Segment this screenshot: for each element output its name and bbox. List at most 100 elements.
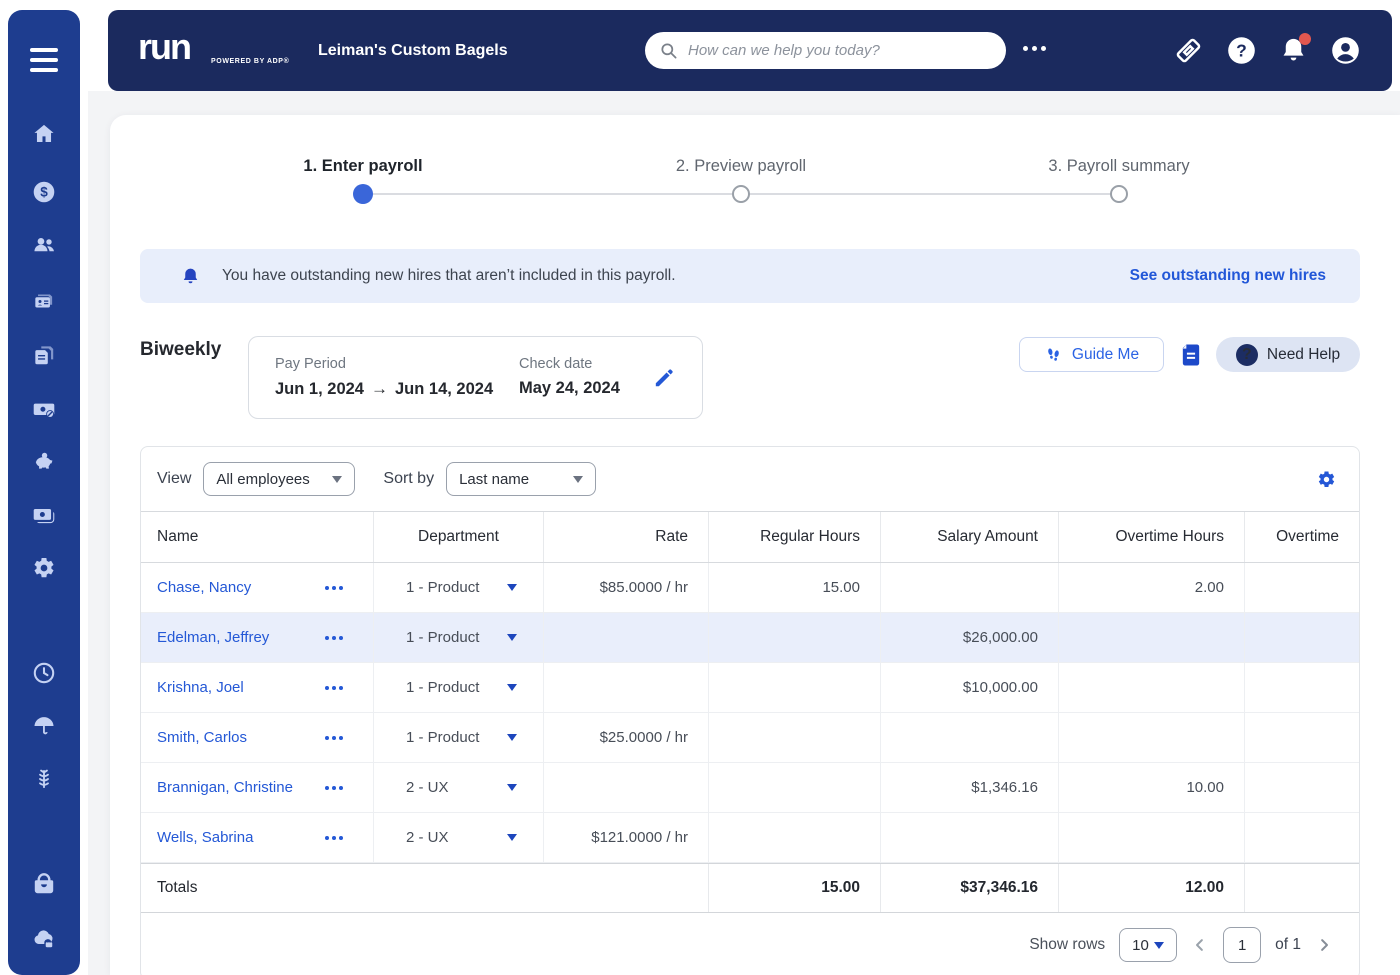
overtime-hours-cell[interactable] (1058, 613, 1244, 662)
overtime-hours-cell[interactable] (1058, 713, 1244, 762)
home-icon[interactable] (31, 121, 57, 147)
overtime-hours-cell[interactable] (1058, 663, 1244, 712)
employee-name-link[interactable]: Brannigan, Christine (157, 779, 293, 796)
salary-amount-cell[interactable]: $26,000.00 (880, 613, 1058, 662)
employee-name-link[interactable]: Wells, Sabrina (157, 829, 253, 846)
pay-period-value: Jun 1, 2024 → Jun 14, 2024 (275, 379, 493, 399)
employee-name-link[interactable]: Chase, Nancy (157, 579, 251, 596)
employee-name-link[interactable]: Krishna, Joel (157, 679, 244, 696)
previous-page-icon[interactable] (1191, 936, 1209, 954)
overtime-cell[interactable] (1244, 663, 1359, 712)
show-rows-dropdown[interactable]: 10 (1119, 928, 1178, 962)
powered-by-adp-label: powered by ADP® (211, 58, 290, 65)
overtime-cell[interactable] (1244, 613, 1359, 662)
rate-cell[interactable]: $121.0000 / hr (543, 813, 708, 862)
clock-icon[interactable] (31, 660, 57, 686)
regular-hours-cell[interactable] (708, 763, 880, 812)
bell-icon (180, 266, 201, 287)
view-dropdown[interactable]: All employees (203, 462, 356, 496)
row-menu-icon[interactable] (325, 735, 343, 740)
documents-icon[interactable] (31, 342, 57, 368)
regular-hours-cell[interactable] (708, 713, 880, 762)
money-check-icon[interactable] (31, 396, 57, 422)
step-3-circle[interactable] (1110, 185, 1128, 203)
regular-hours-cell[interactable]: 15.00 (708, 563, 880, 612)
payroll-dollar-icon[interactable]: $ (31, 179, 57, 205)
cash-stack-icon[interactable] (31, 502, 57, 528)
chevron-down-icon (573, 475, 584, 483)
department-dropdown[interactable]: 2 - UX (373, 763, 543, 812)
umbrella-icon[interactable] (31, 713, 57, 739)
overtime-hours-cell[interactable]: 2.00 (1058, 563, 1244, 612)
department-dropdown[interactable]: 1 - Product (373, 563, 543, 612)
regular-hours-cell[interactable] (708, 813, 880, 862)
user-avatar-icon[interactable] (1330, 35, 1361, 66)
overtime-cell[interactable] (1244, 563, 1359, 612)
table-header-row: Name Department Rate Regular Hours Salar… (141, 511, 1359, 563)
chevron-down-icon (507, 834, 517, 841)
totals-row: Totals 15.00 $37,346.16 12.00 (141, 863, 1359, 913)
department-dropdown[interactable]: 1 - Product (373, 713, 543, 762)
page-number-input[interactable] (1223, 927, 1262, 963)
overtime-cell[interactable] (1244, 763, 1359, 812)
pay-period-card: Pay Period Jun 1, 2024 → Jun 14, 2024 Chec… (248, 336, 703, 419)
rate-cell[interactable]: $25.0000 / hr (543, 713, 708, 762)
salary-amount-cell[interactable] (880, 563, 1058, 612)
piggy-bank-icon[interactable] (31, 449, 57, 475)
overtime-cell[interactable] (1244, 713, 1359, 762)
people-icon[interactable] (31, 232, 57, 258)
employee-name-link[interactable]: Edelman, Jeffrey (157, 629, 269, 646)
view-label: View (157, 470, 192, 487)
table-settings-gear-icon[interactable] (1316, 469, 1337, 490)
menu-icon[interactable] (30, 48, 58, 72)
salary-amount-cell[interactable]: $1,346.16 (880, 763, 1058, 812)
sort-dropdown[interactable]: Last name (446, 462, 597, 496)
search-input[interactable] (688, 42, 992, 59)
department-dropdown[interactable]: 1 - Product (373, 613, 543, 662)
salary-amount-cell[interactable]: $10,000.00 (880, 663, 1058, 712)
id-card-icon[interactable] (31, 288, 57, 314)
totals-label: Totals (157, 879, 198, 896)
table-row: Brannigan, Christine 2 - UX $1,346.16 10… (141, 763, 1359, 813)
more-options-icon[interactable] (1023, 46, 1046, 51)
rate-cell[interactable] (543, 763, 708, 812)
next-page-icon[interactable] (1315, 936, 1333, 954)
overtime-hours-cell[interactable]: 10.00 (1058, 763, 1244, 812)
overtime-cell[interactable] (1244, 813, 1359, 862)
rate-cell[interactable] (543, 663, 708, 712)
help-icon[interactable]: ? (1226, 35, 1257, 66)
notifications-bell-icon[interactable] (1278, 33, 1311, 66)
department-dropdown[interactable]: 1 - Product (373, 663, 543, 712)
regular-hours-cell[interactable] (708, 663, 880, 712)
run-logo[interactable]: run (138, 26, 192, 68)
row-menu-icon[interactable] (325, 685, 343, 690)
rate-cell[interactable]: $85.0000 / hr (543, 563, 708, 612)
step-2-circle[interactable] (732, 185, 750, 203)
bag-icon[interactable] (31, 871, 57, 897)
row-menu-icon[interactable] (325, 785, 343, 790)
caduceus-icon[interactable] (31, 766, 57, 792)
salary-amount-cell[interactable] (880, 713, 1058, 762)
step-1-dot[interactable] (353, 184, 373, 204)
guide-me-button[interactable]: Guide Me (1019, 337, 1164, 372)
cloud-lock-icon[interactable] (31, 925, 57, 951)
rate-cell[interactable] (543, 613, 708, 662)
salary-amount-cell[interactable] (880, 813, 1058, 862)
employee-name-link[interactable]: Smith, Carlos (157, 729, 247, 746)
payroll-notes-icon[interactable] (1177, 341, 1205, 369)
regular-hours-cell[interactable] (708, 613, 880, 662)
overtime-hours-cell[interactable] (1058, 813, 1244, 862)
department-dropdown[interactable]: 2 - UX (373, 813, 543, 862)
row-menu-icon[interactable] (325, 835, 343, 840)
ticket-icon[interactable] (1173, 35, 1204, 66)
need-help-button[interactable]: ? Need Help (1216, 337, 1360, 372)
settings-gear-icon[interactable] (31, 555, 57, 581)
see-outstanding-new-hires-link[interactable]: See outstanding new hires (1130, 267, 1326, 285)
table-row: Krishna, Joel 1 - Product $10,000.00 (141, 663, 1359, 713)
banner-message: You have outstanding new hires that aren… (222, 267, 676, 284)
edit-pencil-icon[interactable] (652, 366, 676, 390)
row-menu-icon[interactable] (325, 585, 343, 590)
chevron-down-icon (1154, 941, 1165, 949)
search-bar[interactable] (645, 32, 1006, 69)
row-menu-icon[interactable] (325, 635, 343, 640)
